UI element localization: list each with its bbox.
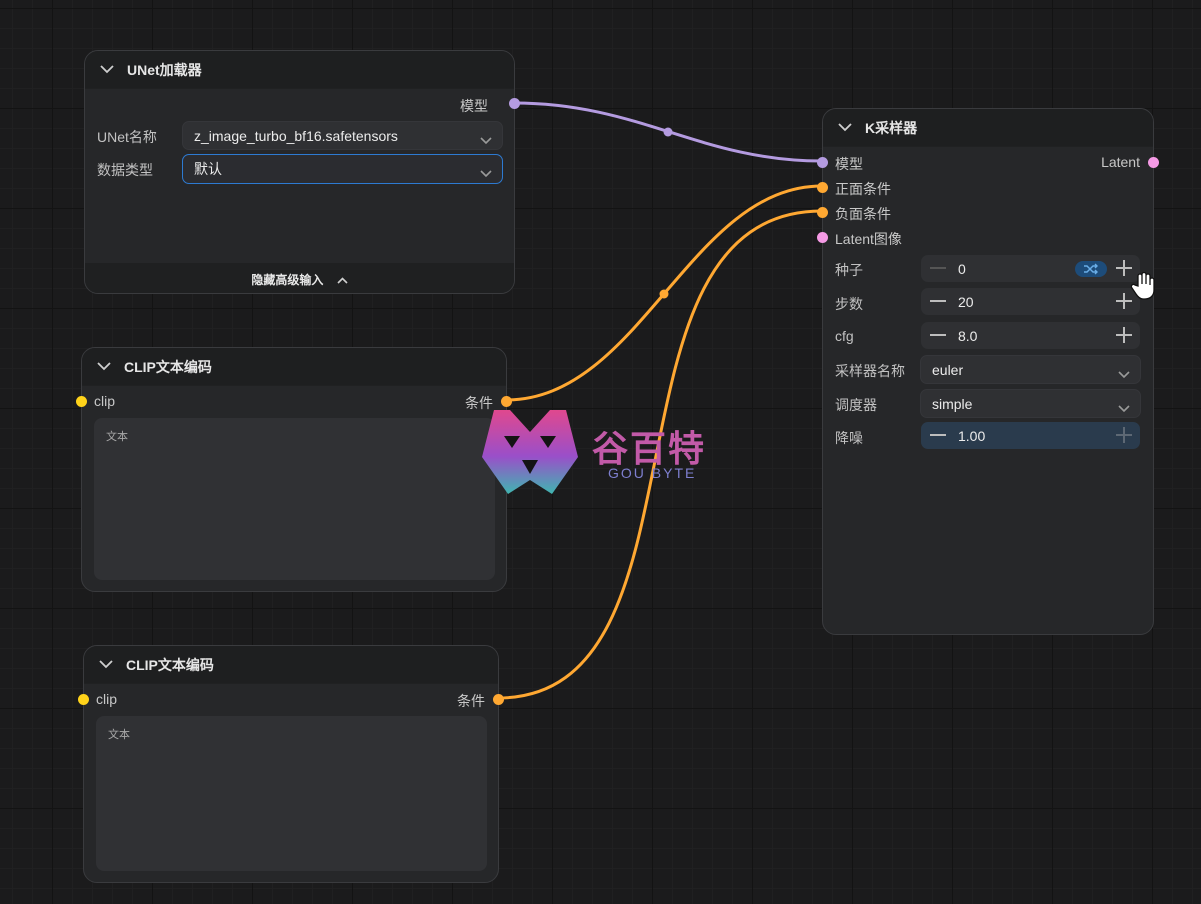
node-title: K采样器 — [865, 119, 918, 136]
dtype-select[interactable]: 默认 — [182, 154, 503, 184]
input-slot-negative[interactable] — [817, 207, 828, 218]
chevron-down-icon[interactable] — [837, 120, 853, 136]
hand-cursor-icon — [1130, 272, 1155, 300]
node-title: UNet加载器 — [127, 61, 202, 78]
hide-advanced-inputs-toggle[interactable]: 隐藏高级输入 — [85, 271, 514, 288]
dtype-label: 数据类型 — [97, 162, 153, 178]
text-placeholder: 文本 — [106, 431, 128, 443]
increment-button[interactable] — [1116, 327, 1132, 343]
scheduler-value: simple — [932, 395, 973, 412]
increment-button[interactable] — [1116, 427, 1132, 443]
chevron-down-icon — [480, 165, 492, 178]
dtype-value: 默认 — [194, 161, 222, 177]
steps-value[interactable]: 20 — [958, 294, 974, 310]
seed-number-input[interactable]: 0 — [921, 255, 1140, 282]
unet-name-label: UNet名称 — [97, 129, 157, 145]
denoise-value[interactable]: 1.00 — [958, 428, 985, 444]
chevron-down-icon[interactable] — [96, 359, 112, 375]
chevron-down-icon[interactable] — [98, 657, 114, 673]
wire-positive-conditioning[interactable] — [505, 184, 823, 402]
ksampler-node[interactable]: K采样器 模型 Latent 正面条件 负面条件 Latent图像 种子 0 步… — [817, 108, 1159, 635]
shuffle-icon[interactable] — [1075, 261, 1107, 277]
wire-positive-midpoint[interactable] — [659, 289, 669, 299]
seed-label: 种子 — [835, 262, 863, 278]
output-slot-model[interactable] — [509, 98, 520, 109]
text-placeholder: 文本 — [108, 729, 130, 741]
text-prompt-input[interactable]: 文本 — [96, 716, 487, 871]
input-slot-model[interactable] — [817, 157, 828, 168]
input-slot-label-clip: clip — [94, 393, 116, 409]
node-header[interactable]: CLIP文本编码 — [82, 348, 506, 386]
input-slot-label-clip: clip — [96, 691, 118, 707]
unet-loader-node[interactable]: UNet加载器 模型 UNet名称 z_image_turbo_bf16.saf… — [84, 50, 520, 294]
unet-name-select[interactable]: z_image_turbo_bf16.safetensors — [182, 121, 503, 150]
wire-model[interactable] — [513, 101, 823, 163]
clip-text-encode-node-2[interactable]: CLIP文本编码 clip 条件 文本 — [78, 645, 504, 883]
input-slot-label-latent-image: Latent图像 — [835, 231, 902, 247]
decrement-button[interactable] — [930, 334, 946, 336]
sampler-name-select[interactable]: euler — [920, 355, 1141, 384]
node-header[interactable]: CLIP文本编码 — [84, 646, 498, 684]
denoise-label: 降噪 — [835, 430, 863, 446]
input-slot-positive[interactable] — [817, 182, 828, 193]
output-slot-latent[interactable] — [1148, 157, 1159, 168]
input-slot-clip[interactable] — [78, 694, 89, 705]
chevron-down-icon[interactable] — [99, 62, 115, 78]
steps-number-input[interactable]: 20 — [921, 288, 1140, 315]
clip-text-encode-node-1[interactable]: CLIP文本编码 clip 条件 文本 — [76, 347, 512, 592]
node-title: CLIP文本编码 — [126, 656, 214, 673]
wire-model-midpoint[interactable] — [663, 127, 673, 137]
unet-name-value: z_image_turbo_bf16.safetensors — [194, 127, 398, 144]
node-header[interactable]: K采样器 — [823, 109, 1153, 147]
decrement-button[interactable] — [930, 267, 946, 269]
node-header[interactable]: UNet加载器 — [85, 51, 514, 89]
sampler-name-label: 采样器名称 — [835, 363, 905, 379]
chevron-up-icon — [337, 273, 348, 287]
node-title: CLIP文本编码 — [124, 358, 212, 375]
input-slot-label-model: 模型 — [835, 156, 863, 172]
input-slot-clip[interactable] — [76, 396, 87, 407]
output-slot-label-latent: Latent — [1101, 154, 1140, 170]
input-slot-label-positive: 正面条件 — [835, 181, 891, 197]
chevron-down-icon — [1118, 400, 1130, 412]
chevron-down-icon — [480, 132, 492, 144]
chevron-down-icon — [1118, 366, 1130, 378]
steps-label: 步数 — [835, 296, 863, 312]
denoise-number-input[interactable]: 1.00 — [921, 422, 1140, 449]
watermark-logo: 谷百特 GOU BYTE — [480, 402, 720, 502]
sampler-name-value: euler — [932, 361, 964, 378]
seed-value[interactable]: 0 — [958, 261, 966, 277]
watermark-subtitle: GOU BYTE — [608, 465, 697, 481]
text-prompt-input[interactable]: 文本 — [94, 418, 495, 580]
input-slot-label-negative: 负面条件 — [835, 206, 891, 222]
output-slot-label-model: 模型 — [460, 98, 488, 114]
hide-advanced-label: 隐藏高级输入 — [251, 273, 324, 287]
output-slot-label-conditioning: 条件 — [457, 693, 485, 709]
scheduler-select[interactable]: simple — [920, 389, 1141, 418]
scheduler-label: 调度器 — [835, 397, 877, 413]
input-slot-latent-image[interactable] — [817, 232, 828, 243]
cfg-label: cfg — [835, 328, 854, 344]
decrement-button[interactable] — [930, 434, 946, 436]
cfg-value[interactable]: 8.0 — [958, 328, 977, 344]
cfg-number-input[interactable]: 8.0 — [921, 322, 1140, 349]
output-slot-conditioning[interactable] — [493, 694, 504, 705]
watermark-emblem-icon — [482, 410, 578, 494]
decrement-button[interactable] — [930, 300, 946, 302]
